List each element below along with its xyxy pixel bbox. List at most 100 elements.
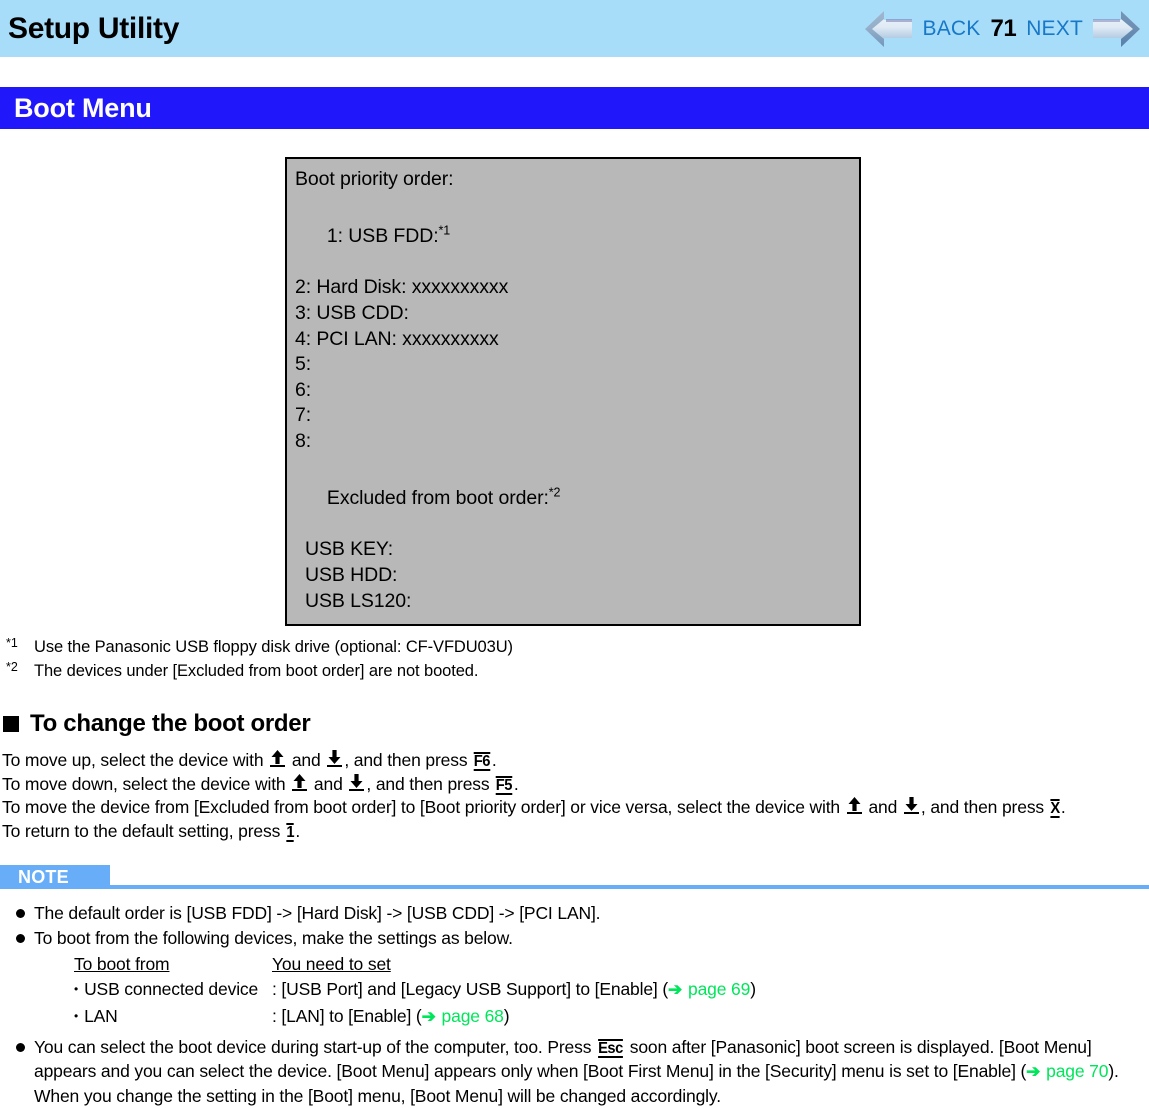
boot-entry-text: 1: USB FDD: [326,225,439,248]
round-bullet-icon [2,926,34,950]
excluded-footnote-mark: *2 [548,485,561,500]
note-list-item: The default order is [USB FDD] -> [Hard … [2,901,1141,925]
instruction-text: , and then press [366,773,495,794]
note-badge: NOTE [0,865,110,890]
square-bullet-icon [3,716,19,733]
instruction-move-up: To move up, select the device with and ,… [2,749,1145,773]
table-cell-setting: : [USB Port] and [Legacy USB Support] to… [272,977,1141,1004]
boot-entry-footnote-mark: *1 [438,223,451,238]
instruction-move-between-lists: To move the device from [Excluded from b… [2,796,1145,820]
next-label[interactable]: NEXT [1026,17,1083,41]
x-key-icon: X [1050,799,1060,819]
f5-key-icon: F5 [495,775,513,795]
instruction-text: and [287,750,326,771]
table-row: LAN : [LAN] to [Enable] (➔ page 68) [74,1004,1141,1031]
boot-entry: 5: [295,353,312,376]
round-bullet-icon [2,1035,34,1059]
back-label[interactable]: BACK [922,17,980,41]
page-link-arrow-icon: ➔ [668,980,682,1000]
boot-from-table: To boot from You need to set USB connect… [2,952,1141,1031]
page-link-arrow-icon: ➔ [421,1007,436,1027]
setting-text: ) [750,979,756,1000]
subsection-heading: To change the boot order [0,710,1149,738]
round-bullet-icon [2,901,34,925]
table-header-row: To boot from You need to set [74,952,1141,977]
notes-list: The default order is [USB FDD] -> [Hard … [0,901,1149,1108]
boot-priority-heading: Boot priority order: [295,168,454,190]
boot-entry: 6: [295,378,312,401]
boot-entry: 7: [295,404,312,427]
bios-box: Boot priority order: 1: USB FDD:*1 2: Ha… [285,157,861,627]
subsection-heading-text: To change the boot order [30,710,311,738]
instruction-text: and [309,773,348,794]
column-header-to-boot-from: To boot from [74,954,170,975]
esc-key-icon: Esc [598,1039,623,1059]
note-list-item: You can select the boot device during st… [2,1035,1141,1108]
instruction-text: . [295,820,301,841]
footnote-text: The devices under [Excluded from boot or… [34,662,479,681]
footnote: *1 Use the Panasonic USB floppy disk dri… [4,636,1149,660]
note-text: You can select the boot device during st… [34,1037,597,1058]
note-list-item-text: To boot from the following devices, make… [34,928,513,949]
section-bar: Boot Menu [0,87,1149,129]
instruction-text: . [1060,797,1066,818]
note-bar: NOTE [0,865,1149,890]
footnote-mark: *1 [6,636,18,651]
arrow-up-key-icon [846,797,862,815]
setting-text: ) [503,1006,510,1027]
page-link-68[interactable]: ➔ page 68 [422,1006,504,1026]
instruction-text: . [513,773,519,794]
page-link-label: page 68 [436,1006,504,1027]
page-link-label: page 69 [683,979,751,1000]
setting-text: : [USB Port] and [Legacy USB Support] to… [272,979,669,1000]
page-link-70[interactable]: ➔ page 70 [1026,1061,1108,1081]
excluded-heading: Excluded from boot order:*2 [295,461,859,538]
arrow-up-key-icon [292,773,308,791]
boot-entry: 2: Hard Disk: xxxxxxxxxx [295,276,509,299]
excluded-heading-text: Excluded from boot order: [326,487,549,510]
column-header-you-need-to-set: You need to set [272,954,391,975]
bios-screen-illustration: Boot priority order: 1: USB FDD:*1 2: Ha… [0,157,1149,627]
instruction-text: To move up, select the device with [2,750,269,771]
arrow-down-key-icon [327,750,343,768]
page-navigation: BACK 71 NEXT [864,9,1143,49]
footnotes: *1 Use the Panasonic USB floppy disk dri… [0,636,1149,684]
page-header: Setup Utility BACK 71 NEXT [0,0,1149,57]
instruction-restore-default: To return to the default setting, press … [2,820,1145,844]
table-cell-device: USB connected device [74,977,272,1004]
instruction-text: . [491,750,497,771]
note-list-item-text: The default order is [USB FDD] -> [Hard … [34,903,601,924]
f6-key-icon: F6 [473,752,491,772]
back-arrow-icon[interactable] [864,9,913,49]
excluded-entry: USB HDD: [305,563,398,586]
table-row: USB connected device : [USB Port] and [L… [74,977,1141,1004]
footnote-mark: *2 [6,660,18,675]
page-link-69[interactable]: ➔ page 69 [668,979,750,999]
arrow-down-key-icon [349,773,365,791]
section-title: Boot Menu [14,92,152,123]
boot-entry: 8: [295,429,312,452]
page-link-arrow-icon: ➔ [1026,1062,1040,1082]
footnote-text: Use the Panasonic USB floppy disk drive … [34,638,513,657]
instruction-text: To return to the default setting, press [2,820,285,841]
table-cell-device: LAN [74,1004,272,1031]
note-divider [110,885,1149,890]
instruction-text: , and then press [344,750,473,771]
arrow-up-key-icon [270,750,286,768]
instruction-text: To move down, select the device with [2,773,291,794]
boot-entry: 4: PCI LAN: xxxxxxxxxx [295,327,499,350]
boot-entry: 3: USB CDD: [295,301,409,324]
instruction-text: and [863,797,902,818]
next-arrow-icon[interactable] [1093,9,1141,49]
instructions-block: To move up, select the device with and ,… [0,749,1149,843]
note-list-item: To boot from the following devices, make… [2,926,1141,950]
one-key-icon: 1 [286,822,294,842]
page-link-label: page 70 [1041,1061,1109,1082]
instruction-text: To move the device from [Excluded from b… [2,797,845,818]
note-list-item-text: You can select the boot device during st… [34,1035,1141,1108]
instruction-move-down: To move down, select the device with and… [2,773,1145,797]
setting-text: : [LAN] to [Enable] ( [272,1006,422,1027]
excluded-entry: USB KEY: [305,538,394,561]
current-page-number: 71 [990,14,1017,42]
table-cell-setting: : [LAN] to [Enable] (➔ page 68) [272,1004,1141,1031]
